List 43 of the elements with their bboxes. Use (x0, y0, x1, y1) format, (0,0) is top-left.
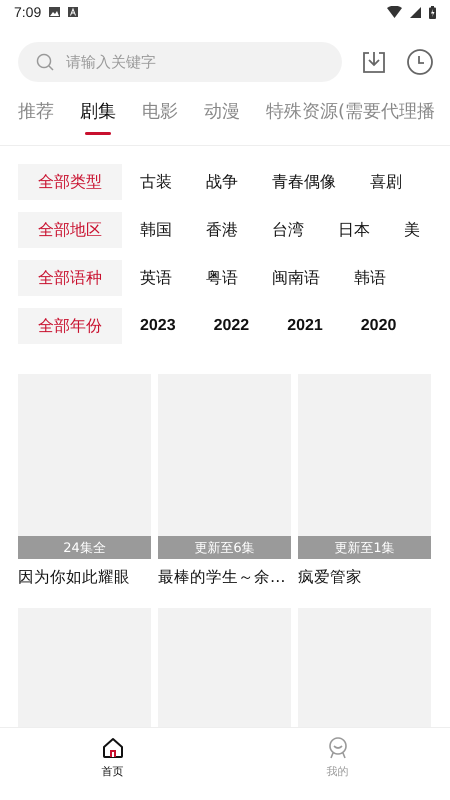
filter-option[interactable]: 英语 (140, 268, 172, 288)
episode-badge: 更新至1集 (298, 536, 431, 559)
filter-all-chip[interactable]: 全部类型 (18, 164, 122, 200)
show-title[interactable]: 最棒的学生～余… (158, 567, 291, 588)
filter-option[interactable]: 香港 (206, 220, 238, 240)
signal-icon (410, 6, 421, 18)
filter-all-chip[interactable]: 全部年份 (18, 308, 122, 344)
filter-option[interactable]: 古装 (140, 172, 172, 192)
search-field[interactable]: 请输入关键字 (18, 42, 342, 82)
history-button[interactable] (406, 48, 434, 76)
battery-icon (429, 6, 436, 18)
font-icon (68, 7, 78, 17)
filter-option[interactable]: 粤语 (206, 268, 238, 288)
filter-all-chip[interactable]: 全部地区 (18, 212, 122, 248)
search-icon (36, 53, 54, 71)
filter-option[interactable]: 2020 (360, 317, 396, 335)
filter-option[interactable]: 韩国 (140, 220, 172, 240)
filter-option[interactable]: 韩语 (354, 268, 386, 288)
filter-option[interactable]: 2023 (140, 317, 176, 335)
filter-option[interactable]: 美 (404, 220, 420, 240)
status-time: 7:09 (14, 4, 42, 20)
filter-all-chip[interactable]: 全部语种 (18, 260, 122, 296)
filter-option[interactable]: 2022 (214, 317, 250, 335)
show-title[interactable]: 疯爱管家 (298, 567, 431, 588)
category-tab[interactable]: 剧集 (80, 88, 116, 145)
filter-option[interactable]: 战争 (206, 172, 238, 192)
filter-option[interactable]: 闽南语 (272, 268, 320, 288)
nav-item[interactable]: 首页 (0, 728, 225, 800)
show-title[interactable]: 因为你如此耀眼 (18, 567, 151, 588)
category-tab[interactable]: 电影 (142, 88, 178, 145)
filter-option[interactable]: 台湾 (272, 220, 304, 240)
filter-option[interactable]: 日本 (338, 220, 370, 240)
category-tab[interactable]: 推荐 (18, 88, 54, 145)
filter-option[interactable]: 2021 (287, 317, 323, 335)
category-tab[interactable]: 特殊资源(需要代理播 (266, 88, 436, 145)
episode-badge: 更新至6集 (158, 536, 291, 559)
wifi-icon (387, 6, 402, 18)
filter-option[interactable]: 青春偶像 (272, 172, 336, 192)
category-tab[interactable]: 动漫 (204, 88, 240, 145)
filter-option[interactable]: 喜剧 (370, 172, 402, 192)
episode-badge: 24集全 (18, 536, 151, 559)
home-icon (100, 736, 124, 760)
image-icon (49, 7, 60, 17)
